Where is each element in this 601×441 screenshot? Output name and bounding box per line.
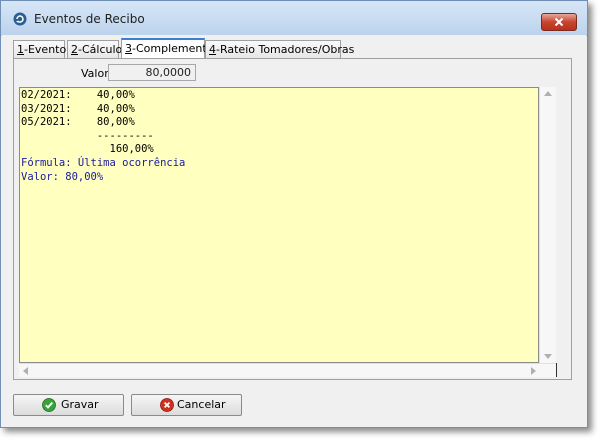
splitter-line [556, 363, 557, 377]
scroll-down-arrow-icon[interactable] [544, 354, 552, 359]
close-button[interactable] [541, 13, 577, 31]
tab-complemento-label: -Complemento [132, 42, 214, 55]
memo-line: 160,00% [21, 143, 154, 156]
vertical-scrollbar[interactable] [539, 87, 556, 363]
tab-panel-complemento: Valor 80,0000 02/2021: 40,00% 03/2021: 40… [13, 58, 572, 380]
tab-calculo-label: -Cálculo [78, 43, 123, 56]
cancel-button-label: Cancelar [177, 398, 226, 411]
memo-line: --------- [21, 129, 154, 142]
cancel-x-icon [160, 398, 174, 412]
complement-memo[interactable]: 02/2021: 40,00% 03/2021: 40,00% 05/2021: 8… [19, 87, 539, 363]
scroll-up-arrow-icon[interactable] [544, 91, 552, 96]
refresh-circle-icon [13, 12, 27, 26]
save-button-label: Gravar [61, 398, 99, 411]
cancel-button[interactable]: Cancelar [131, 394, 242, 416]
tab-rateio-label: -Rateio Tomadores/Obras [216, 43, 355, 56]
valor-field[interactable]: 80,0000 [108, 64, 196, 81]
tab-evento[interactable]: 1-Evento [13, 40, 67, 58]
tab-complemento-hotkey: 3 [125, 42, 132, 55]
tab-evento-label: -Evento [24, 43, 67, 56]
memo-formula-line: Fórmula: Última ocorrência [21, 156, 186, 169]
tab-evento-hotkey: 1 [17, 43, 24, 56]
memo-line: 03/2021: 40,00% [21, 102, 135, 115]
dialog-client-area: 1-Evento 2-Cálculo 3-Complemento 4-Ratei… [2, 35, 586, 426]
tab-calculo-hotkey: 2 [71, 43, 78, 56]
memo-line: 05/2021: 80,00% [21, 116, 135, 129]
memo-line: 02/2021: 40,00% [21, 89, 135, 101]
window-title: Eventos de Recibo [34, 12, 145, 26]
tab-rateio-hotkey: 4 [209, 43, 216, 56]
tab-complemento[interactable]: 3-Complemento [121, 38, 213, 59]
title-bar[interactable]: Eventos de Recibo [1, 1, 587, 36]
save-button[interactable]: Gravar [13, 394, 124, 416]
check-icon [42, 398, 56, 412]
close-icon [554, 17, 564, 27]
scroll-left-arrow-icon[interactable] [23, 367, 28, 375]
horizontal-scrollbar[interactable] [19, 363, 556, 377]
tab-rateio[interactable]: 4-Rateio Tomadores/Obras [205, 40, 354, 58]
valor-label: Valor [81, 67, 109, 80]
tab-calculo[interactable]: 2-Cálculo [67, 40, 123, 58]
scroll-right-arrow-icon[interactable] [531, 367, 536, 375]
dialog-window: Eventos de Recibo 1-Evento 2-Cálculo 3-C… [0, 0, 588, 428]
memo-valor-line: Valor: 80,00% [21, 170, 104, 183]
